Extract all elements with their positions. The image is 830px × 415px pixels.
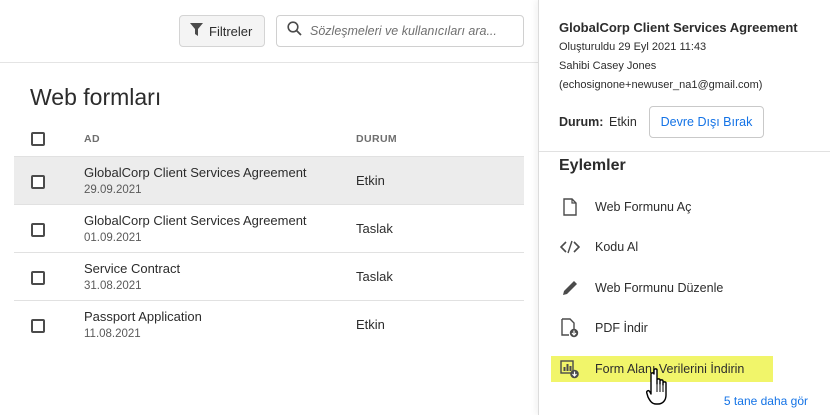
row-status: Etkin	[356, 173, 385, 188]
row-status: Taslak	[356, 221, 393, 236]
action-open-web-form[interactable]: Web Formunu Aç	[559, 194, 809, 220]
action-download-form-field-data[interactable]: Form Alanı Verilerini İndirin	[559, 356, 809, 382]
created-date: Oluşturuldu 29 Eyl 2021 11:43	[559, 41, 707, 53]
column-header-name[interactable]: AD	[84, 133, 100, 145]
data-download-icon	[559, 358, 581, 380]
table-row[interactable]: Service Contract 31.08.2021 Taslak	[14, 252, 524, 300]
action-get-code[interactable]: Kodu Al	[559, 234, 809, 260]
row-date: 01.09.2021	[84, 232, 142, 244]
action-label: Kodu Al	[595, 240, 639, 254]
row-status: Etkin	[356, 317, 385, 332]
panel-title: GlobalCorp Client Services Agreement	[559, 20, 798, 35]
table-row[interactable]: GlobalCorp Client Services Agreement 29.…	[14, 156, 524, 204]
code-icon	[559, 236, 581, 258]
row-checkbox[interactable]	[31, 223, 45, 237]
action-edit-web-form[interactable]: Web Formunu Düzenle	[559, 275, 809, 301]
row-checkbox[interactable]	[31, 175, 45, 189]
panel-divider	[539, 151, 830, 152]
action-label: PDF İndir	[595, 321, 648, 335]
column-header-status[interactable]: DURUM	[356, 133, 397, 145]
status-value: Etkin	[609, 115, 637, 129]
owner-name: Sahibi Casey Jones	[559, 60, 657, 72]
table-row[interactable]: Passport Application 11.08.2021 Etkin	[14, 300, 524, 348]
row-name: GlobalCorp Client Services Agreement	[84, 165, 307, 180]
table-header: AD DURUM	[14, 122, 524, 156]
select-all-checkbox[interactable]	[31, 132, 45, 146]
table-row[interactable]: GlobalCorp Client Services Agreement 01.…	[14, 204, 524, 252]
row-status: Taslak	[356, 269, 393, 284]
actions-title: Eylemler	[559, 157, 626, 174]
action-label: Web Formunu Aç	[595, 200, 692, 214]
row-date: 31.08.2021	[84, 280, 142, 292]
row-name: Service Contract	[84, 261, 181, 276]
hand-cursor-icon	[646, 368, 674, 413]
row-date: 29.09.2021	[84, 184, 142, 196]
row-checkbox[interactable]	[31, 271, 45, 285]
owner-email: (echosignone+newuser_na1@gmail.com)	[559, 79, 763, 91]
deactivate-button[interactable]: Devre Dışı Bırak	[649, 106, 764, 138]
row-checkbox[interactable]	[31, 319, 45, 333]
pencil-icon	[559, 277, 581, 299]
status-label: Durum:	[559, 115, 604, 129]
document-icon	[559, 196, 581, 218]
search-input[interactable]	[310, 24, 510, 38]
search-icon	[287, 21, 302, 41]
row-name: Passport Application	[84, 309, 202, 324]
search-box[interactable]	[276, 15, 524, 47]
detail-panel: GlobalCorp Client Services Agreement Olu…	[538, 0, 830, 415]
action-label: Web Formunu Düzenle	[595, 281, 724, 295]
toolbar-divider	[0, 62, 538, 63]
action-download-pdf[interactable]: PDF İndir	[559, 315, 809, 341]
pdf-download-icon	[559, 317, 581, 339]
row-name: GlobalCorp Client Services Agreement	[84, 213, 307, 228]
filter-button[interactable]: Filtreler	[179, 15, 265, 47]
filter-icon	[190, 22, 203, 40]
filter-button-label: Filtreler	[209, 23, 253, 39]
page-title: Web formları	[30, 84, 162, 110]
see-more-link[interactable]: 5 tane daha gör	[724, 394, 808, 408]
row-date: 11.08.2021	[84, 328, 141, 340]
